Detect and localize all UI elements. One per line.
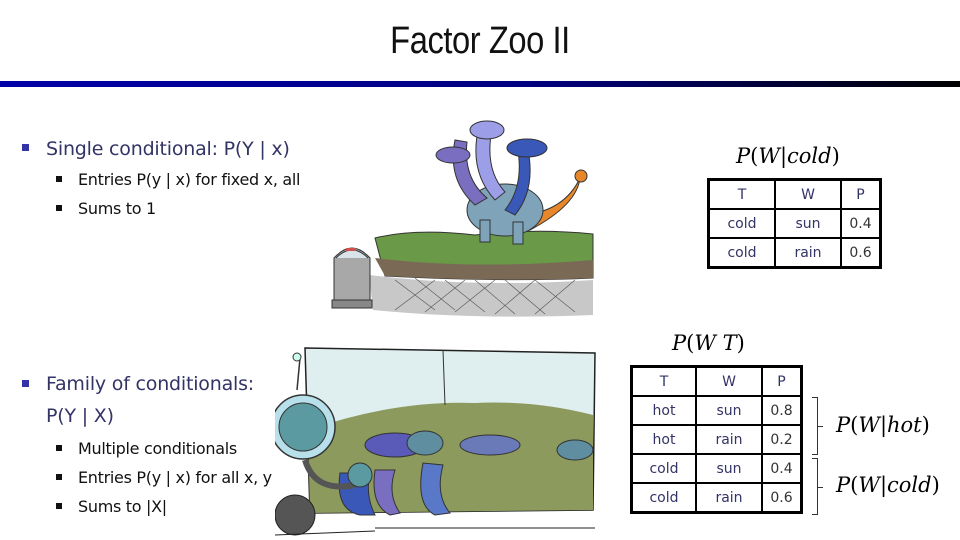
dragon-illustration	[369, 120, 594, 317]
single-conditional-table: T W P cold sun 0.4 cold rain 0.6	[707, 178, 882, 269]
cell-t: hot	[630, 424, 697, 455]
math-p: P	[672, 331, 687, 355]
bullet-main: Single conditional: P(Y | x)	[22, 135, 300, 163]
slide-title: Factor Zoo II	[390, 20, 570, 62]
bullet-text: Entries P(y | x) for fixed x, all	[78, 170, 301, 189]
group-label-cold: P(W|cold)	[836, 473, 940, 497]
math-given: cold	[887, 473, 932, 497]
table-row: hot rain 0.2	[630, 424, 803, 455]
bracket-cold	[812, 458, 823, 515]
bracket-hot	[812, 397, 823, 455]
math-var: W	[758, 144, 780, 168]
bullet-text: Sums to |X|	[78, 497, 167, 516]
bullet-square-icon	[56, 176, 62, 182]
bullet-text: Single conditional: P(Y | x)	[46, 138, 290, 160]
math-p: P	[836, 413, 851, 437]
cell-w: rain	[695, 424, 763, 455]
math-bar: |	[779, 144, 788, 168]
math-p: P	[836, 473, 851, 497]
bullet-sub: Entries P(y | x) for all x, y	[22, 463, 272, 492]
math-bar: |	[879, 473, 888, 497]
bullet-sub: Multiple conditionals	[22, 434, 272, 463]
family-label: P(W T)	[672, 331, 745, 355]
bullet-square-icon	[22, 380, 29, 387]
math-given: hot	[887, 413, 922, 437]
bullet-text: Family of conditionals:	[46, 373, 254, 395]
header-cell: W	[695, 365, 763, 397]
cell-t: cold	[630, 453, 697, 484]
cell-p: 0.8	[761, 395, 803, 426]
cell-w: rain	[695, 482, 763, 514]
bullet-square-icon	[22, 144, 29, 151]
cell-t: cold	[630, 482, 697, 514]
cell-p: 0.4	[761, 453, 803, 484]
math-paren: )	[736, 331, 745, 355]
dragon-family-illustration	[275, 347, 596, 536]
table-row: cold rain 0.6	[707, 237, 882, 269]
header-cell: T	[707, 178, 776, 210]
math-var: W	[858, 473, 880, 497]
bullet-text: Sums to 1	[78, 199, 156, 218]
bullet-sub: Entries P(y | x) for fixed x, all	[22, 165, 301, 194]
header-cell: P	[840, 178, 882, 210]
math-paren: )	[921, 413, 930, 437]
title-divider	[0, 81, 960, 87]
bullet-main: Family of conditionals: P(Y | X)	[22, 368, 272, 432]
cell-w: sun	[695, 453, 763, 484]
single-conditional-label: P(W|cold)	[736, 144, 840, 168]
table-row: cold sun 0.4	[630, 453, 803, 484]
bullet-square-icon	[56, 205, 62, 211]
bullet-square-icon	[56, 445, 62, 451]
group-label-hot: P(W|hot)	[836, 413, 930, 437]
math-var: W	[694, 331, 716, 355]
section-family-of-conditionals: Family of conditionals: P(Y | X) Multipl…	[22, 368, 272, 521]
cell-p: 0.2	[761, 424, 803, 455]
table-row: cold rain 0.6	[630, 482, 803, 514]
math-given: T	[722, 331, 737, 355]
header-cell: W	[774, 178, 842, 210]
bullet-square-icon	[56, 503, 62, 509]
cell-p: 0.6	[840, 237, 882, 269]
bullet-sub: Sums to |X|	[22, 492, 272, 521]
table-row: hot sun 0.8	[630, 395, 803, 426]
bracket-tick	[817, 486, 823, 488]
cell-p: 0.4	[840, 208, 882, 239]
header-cell: T	[630, 365, 697, 397]
table-header-row: T W P	[630, 365, 803, 397]
cell-w: rain	[774, 237, 842, 269]
bullet-text: Entries P(y | x) for all x, y	[78, 468, 272, 487]
bullet-text-cont: P(Y | X)	[46, 405, 114, 427]
cell-w: sun	[774, 208, 842, 239]
table-row: cold sun 0.4	[707, 208, 882, 239]
family-conditional-table: T W P hot sun 0.8 hot rain 0.2 cold sun …	[630, 365, 803, 514]
table-header-row: T W P	[707, 178, 882, 210]
cell-w: sun	[695, 395, 763, 426]
math-paren: )	[831, 144, 840, 168]
math-paren: )	[931, 473, 940, 497]
section-single-conditional: Single conditional: P(Y | x) Entries P(y…	[22, 135, 301, 223]
cell-t: hot	[630, 395, 697, 426]
cell-p: 0.6	[761, 482, 803, 514]
math-var: W	[858, 413, 880, 437]
bullet-square-icon	[56, 474, 62, 480]
math-given: cold	[787, 144, 832, 168]
header-cell: P	[761, 365, 803, 397]
math-p: P	[736, 144, 751, 168]
cell-t: cold	[707, 237, 776, 269]
cell-t: cold	[707, 208, 776, 239]
bullet-text: Multiple conditionals	[78, 439, 237, 458]
bracket-tick	[817, 426, 823, 427]
math-bar: |	[879, 413, 888, 437]
math-bar	[716, 331, 723, 355]
bullet-sub: Sums to 1	[22, 194, 300, 223]
robot-icon	[331, 247, 373, 309]
